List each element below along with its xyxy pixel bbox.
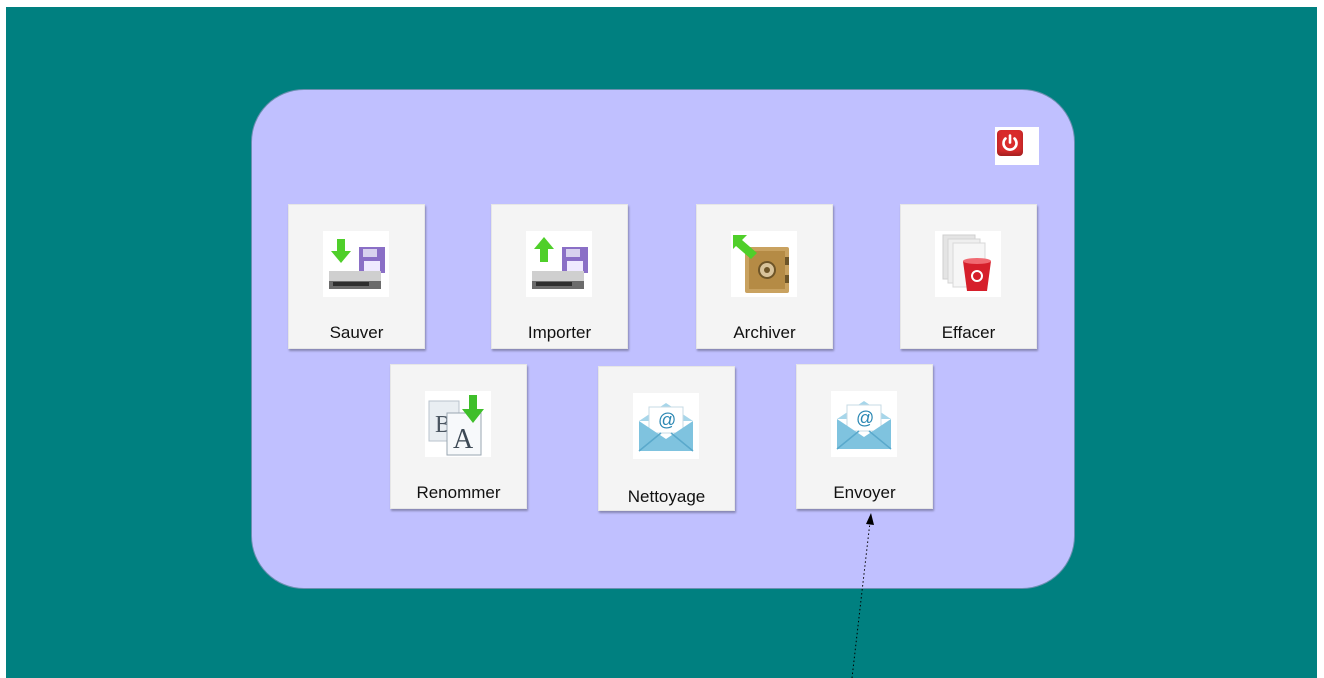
save-to-disk-icon [323,231,389,297]
tile-label: Importer [527,323,592,342]
rename-icon: B A [425,391,491,457]
power-button[interactable] [995,127,1039,165]
archive-safe-icon [731,231,797,297]
tile-label: Nettoyage [627,487,706,506]
email-envelope-icon: @ [633,393,699,459]
svg-text:@: @ [658,410,676,430]
tile-label: Effacer [941,323,996,342]
envoyer-button[interactable]: @ Envoyer [796,364,933,509]
effacer-button[interactable]: Effacer [900,204,1037,349]
nettoyage-button[interactable]: @ Nettoyage [598,366,735,511]
sauver-button[interactable]: Sauver [288,204,425,349]
tile-label: Envoyer [833,483,896,502]
tile-label: Renommer [416,483,501,502]
importer-button[interactable]: Importer [491,204,628,349]
tile-label: Sauver [329,323,384,342]
svg-text:@: @ [856,408,874,428]
renommer-button[interactable]: B A Renommer [390,364,527,509]
email-envelope-icon: @ [831,391,897,457]
import-from-disk-icon [526,231,592,297]
power-icon [997,130,1023,156]
tile-label: Archiver [733,323,796,342]
svg-text:A: A [453,424,474,455]
delete-trash-icon [935,231,1001,297]
archiver-button[interactable]: Archiver [696,204,833,349]
